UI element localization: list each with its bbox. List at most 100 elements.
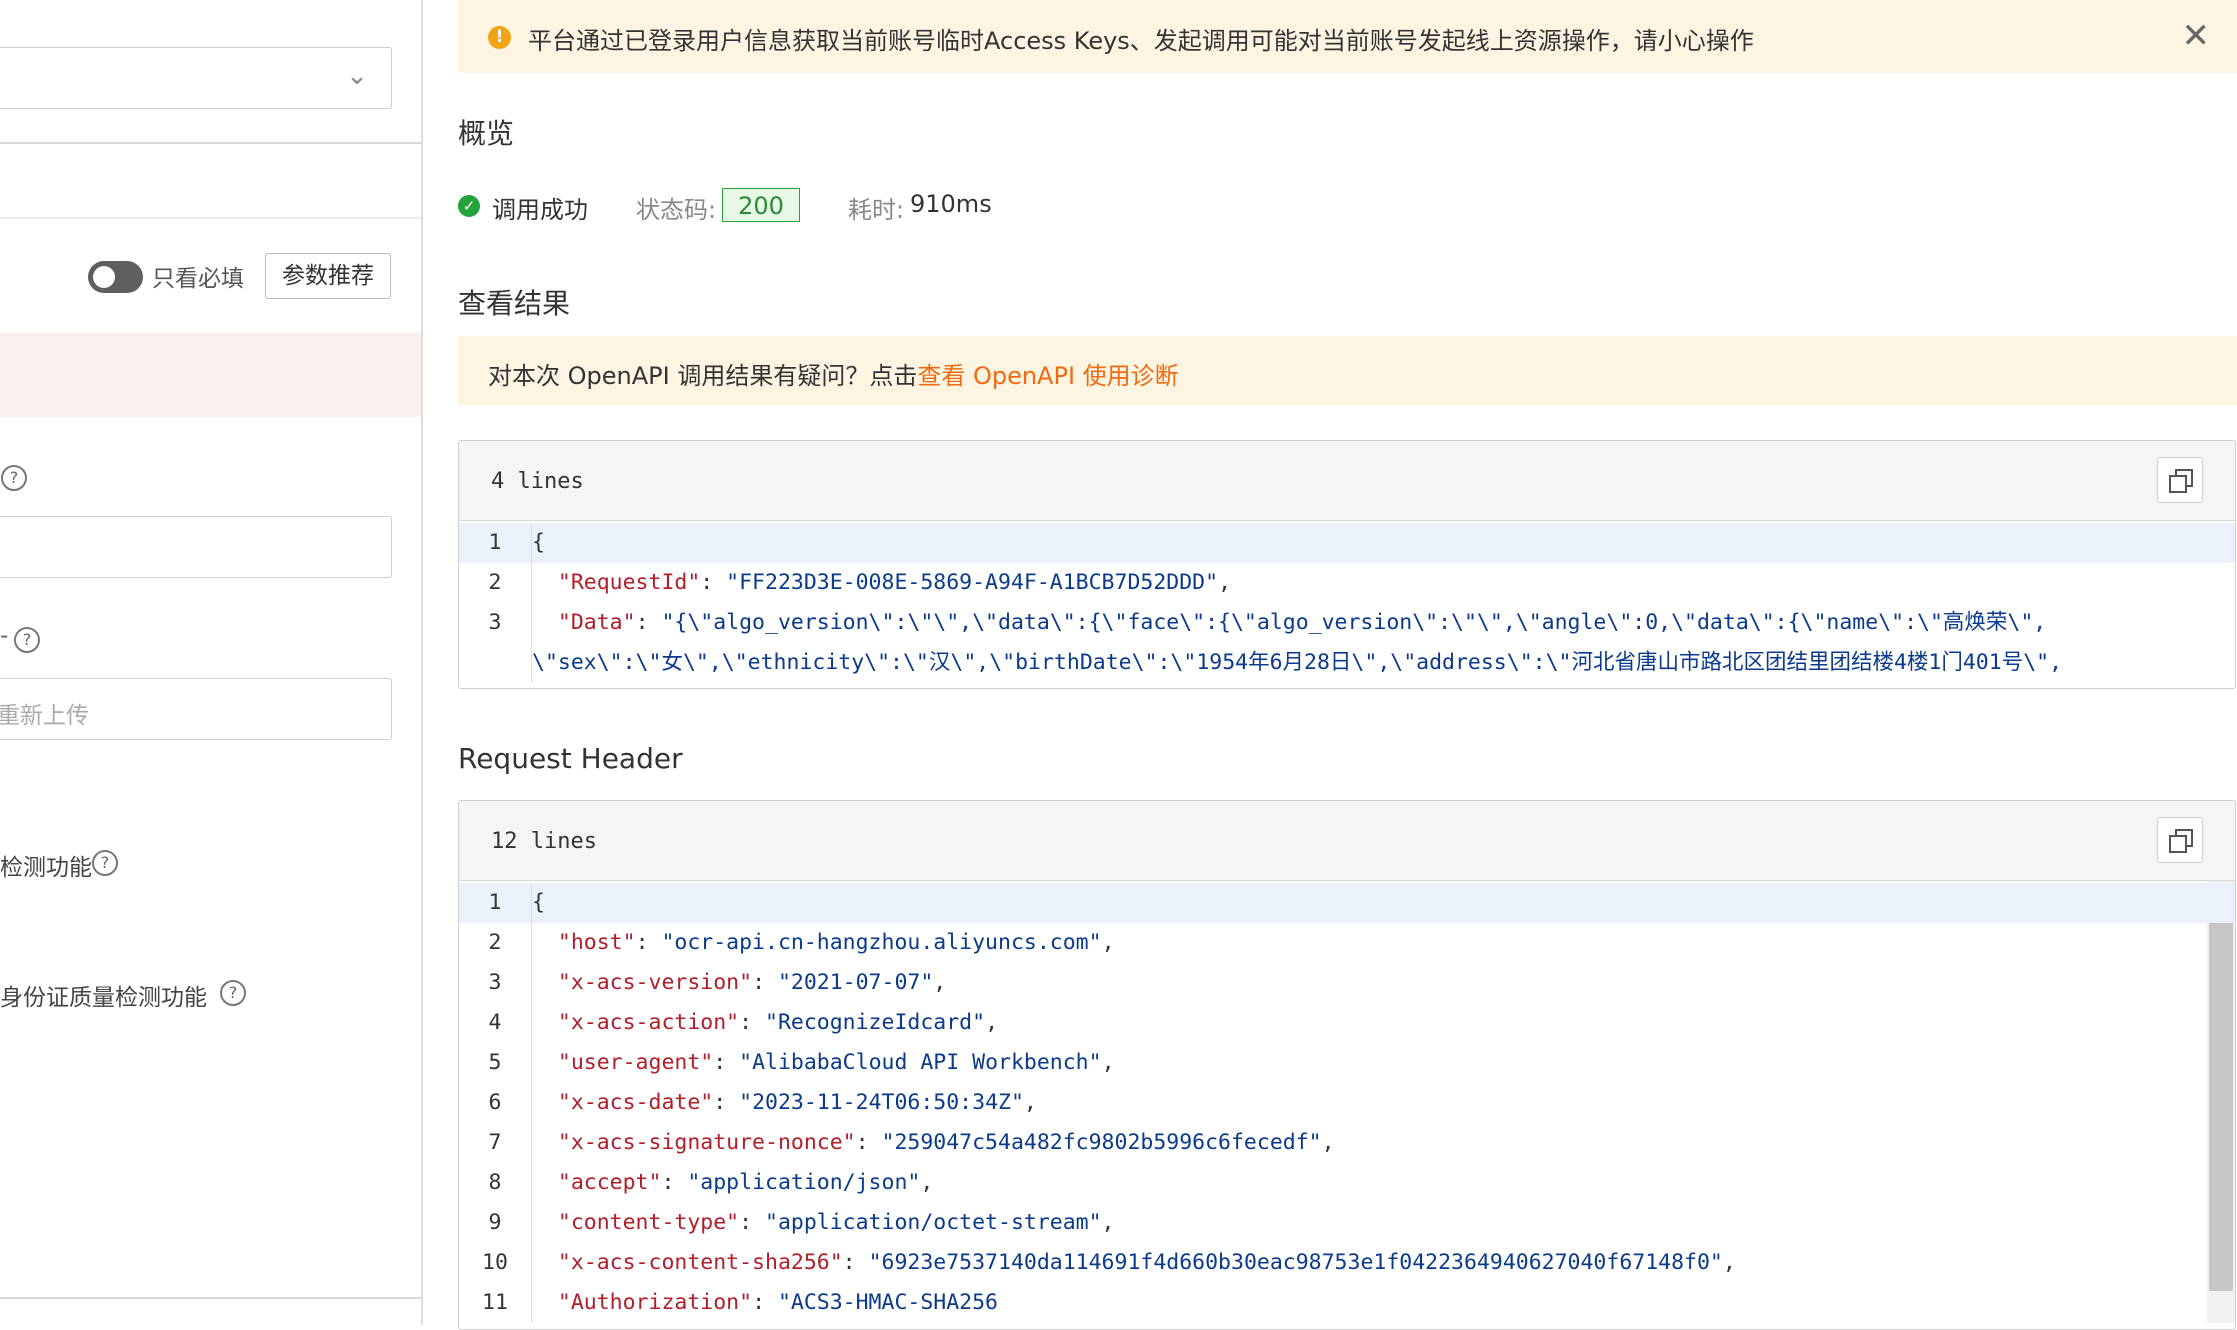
required-only-toggle[interactable] xyxy=(88,261,143,293)
code-header: 12 lines xyxy=(459,801,2235,881)
line-number: 9 xyxy=(488,1210,502,1235)
close-icon[interactable]: ✕ xyxy=(2182,16,2211,56)
diagnosis-banner: 对本次 OpenAPI 调用结果有疑问？点击查看 OpenAPI 使用诊断 xyxy=(458,336,2237,405)
line-number: 2 xyxy=(488,570,502,595)
code-line: 1{ xyxy=(459,523,2235,563)
code-line: 3 "Data": "{\"algo_version\":\"\",\"data… xyxy=(459,603,2235,643)
code-token: , xyxy=(985,1010,999,1035)
code-text: "x-acs-signature-nonce": "259047c54a482f… xyxy=(531,1123,1335,1163)
file-upload-input[interactable]: 重新上传 xyxy=(0,678,392,740)
result-code-panel: 4 lines 1{2 "RequestId": "FF223D3E-008E-… xyxy=(458,440,2236,689)
divider xyxy=(0,217,421,219)
code-token: , xyxy=(933,970,947,995)
code-token: : xyxy=(842,1250,869,1275)
line-number: 7 xyxy=(488,1130,502,1155)
code-token: , xyxy=(1722,1250,1736,1275)
line-count: 12 lines xyxy=(491,829,597,854)
help-circle-icon[interactable]: ? xyxy=(220,980,246,1006)
request-header-code-panel: 12 lines 1{2 "host": "ocr-api.cn-hangzho… xyxy=(458,800,2236,1330)
duration-value: 910ms xyxy=(910,190,992,218)
code-token: , xyxy=(920,1170,934,1195)
code-token: "AlibabaCloud API Workbench" xyxy=(739,1050,1102,1075)
param-group-header xyxy=(0,333,421,417)
code-token: , xyxy=(1023,1090,1037,1115)
code-token: , xyxy=(1218,570,1232,595)
code-text: { xyxy=(531,523,545,563)
code-token: , xyxy=(1321,1130,1335,1155)
region-select[interactable]: ⌄ xyxy=(0,47,392,109)
code-token: "2023-11-24T06:50:34Z" xyxy=(739,1090,1024,1115)
code-line: 5 "user-agent": "AlibabaCloud API Workbe… xyxy=(459,1043,2235,1083)
code-token: "content-type" xyxy=(557,1210,740,1235)
help-circle-icon[interactable]: ? xyxy=(1,465,27,491)
help-circle-icon[interactable]: ? xyxy=(92,850,118,876)
code-text: "x-acs-action": "RecognizeIdcard", xyxy=(531,1003,998,1043)
code-token: : xyxy=(752,1290,778,1315)
code-text: "Authorization": "ACS3-HMAC-SHA256 xyxy=(531,1283,998,1323)
code-token: "Authorization" xyxy=(557,1290,753,1315)
warning-icon: ! xyxy=(488,26,511,49)
code-token: "259047c54a482fc9802b5996c6fecedf" xyxy=(881,1130,1322,1155)
line-number: 3 xyxy=(488,610,502,635)
line-number: 6 xyxy=(488,1090,502,1115)
code-token: "application/json" xyxy=(687,1170,921,1195)
code-line: 3 "x-acs-version": "2021-07-07", xyxy=(459,963,2235,1003)
line-number: 10 xyxy=(482,1250,508,1275)
notice-message: 平台通过已登录用户信息获取当前账号临时Access Keys、发起调用可能对当前… xyxy=(528,27,1754,55)
option-label: 身份证质量检测功能 xyxy=(0,985,207,1011)
diagnosis-link[interactable]: 查看 OpenAPI 使用诊断 xyxy=(917,362,1178,390)
code-token: : xyxy=(739,1010,765,1035)
param-recommend-button[interactable]: 参数推荐 xyxy=(265,253,391,299)
line-count: 4 lines xyxy=(491,469,584,494)
code-token: \"sex\":\"女\",\"ethnicity\":\"汉\",\"birt… xyxy=(532,650,2063,675)
line-number: 8 xyxy=(488,1170,502,1195)
code-token: : xyxy=(739,1210,765,1235)
diagnosis-prefix: 对本次 OpenAPI 调用结果有疑问？点击 xyxy=(488,362,918,390)
code-token: : xyxy=(713,1090,740,1115)
code-token: "user-agent" xyxy=(557,1050,714,1075)
divider xyxy=(0,142,421,144)
option-label: 检测功能 xyxy=(0,855,92,881)
line-number: 5 xyxy=(488,1050,502,1075)
code-header: 4 lines xyxy=(459,441,2235,521)
code-line: 9 "content-type": "application/octet-str… xyxy=(459,1203,2235,1243)
duration-label: 耗时: xyxy=(848,196,905,224)
code-token: : xyxy=(752,970,778,995)
code-token: "2021-07-07" xyxy=(777,970,934,995)
copy-button[interactable] xyxy=(2157,817,2203,863)
code-line: 10 "x-acs-content-sha256": "6923e7537140… xyxy=(459,1243,2235,1283)
code-token: "FF223D3E-008E-5869-A94F-A1BCB7D52DDD" xyxy=(726,570,1219,595)
code-text: "accept": "application/json", xyxy=(531,1163,933,1203)
code-text: "RequestId": "FF223D3E-008E-5869-A94F-A1… xyxy=(531,563,1231,603)
code-line: 2 "host": "ocr-api.cn-hangzhou.aliyuncs.… xyxy=(459,923,2235,963)
param-input[interactable] xyxy=(0,516,392,578)
code-token: "RequestId" xyxy=(557,570,701,595)
code-token: "accept" xyxy=(557,1170,662,1195)
code-token: "ocr-api.cn-hangzhou.aliyuncs.com" xyxy=(661,930,1102,955)
code-text: "content-type": "application/octet-strea… xyxy=(531,1203,1115,1243)
code-line: 2 "RequestId": "FF223D3E-008E-5869-A94F-… xyxy=(459,563,2235,603)
file-placeholder: 重新上传 xyxy=(0,703,89,729)
code-token: : xyxy=(855,1130,882,1155)
status-badge: 200 xyxy=(722,188,800,222)
code-body[interactable]: 1{2 "host": "ocr-api.cn-hangzhou.aliyunc… xyxy=(459,881,2235,1323)
copy-button[interactable] xyxy=(2157,457,2203,503)
code-token: : xyxy=(700,570,727,595)
help-circle-icon[interactable]: ? xyxy=(14,627,40,653)
code-token: "x-acs-date" xyxy=(557,1090,714,1115)
code-token: : xyxy=(635,610,662,635)
code-line: \"sex\":\"女\",\"ethnicity\":\"汉\",\"birt… xyxy=(459,643,2235,683)
code-token: , xyxy=(1101,1050,1115,1075)
line-number: 11 xyxy=(482,1290,508,1315)
code-token: : xyxy=(713,1050,740,1075)
line-number: 4 xyxy=(488,1010,502,1035)
code-body[interactable]: 1{2 "RequestId": "FF223D3E-008E-5869-A94… xyxy=(459,521,2235,683)
code-line: 11 "Authorization": "ACS3-HMAC-SHA256 xyxy=(459,1283,2235,1323)
toggle-knob xyxy=(93,266,115,288)
code-token: "x-acs-content-sha256" xyxy=(557,1250,843,1275)
line-number: 1 xyxy=(488,530,502,555)
